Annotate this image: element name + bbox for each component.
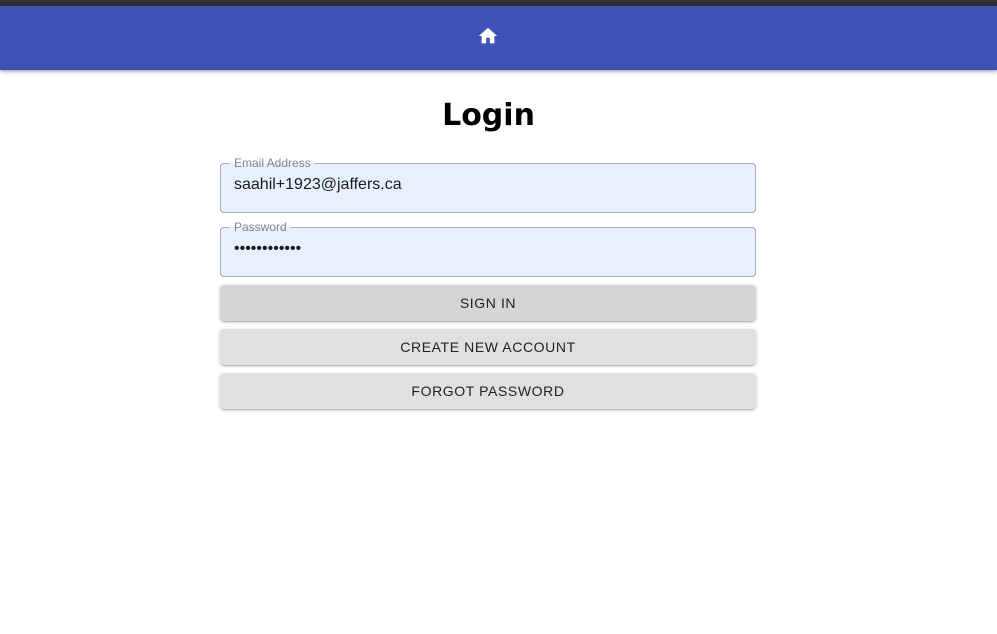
create-account-button[interactable]: CREATE NEW ACCOUNT [220, 329, 756, 365]
app-bar [0, 6, 997, 70]
email-field-label: Email Address [234, 156, 311, 170]
password-field-label: Password [234, 220, 287, 234]
email-field[interactable]: Email Address [220, 157, 756, 213]
password-field[interactable]: Password [220, 221, 756, 277]
home-button[interactable] [474, 22, 502, 50]
sign-in-button[interactable]: SIGN IN [220, 285, 756, 321]
email-input[interactable] [234, 173, 734, 197]
home-icon [477, 25, 499, 47]
password-input[interactable] [234, 237, 734, 261]
forgot-password-button[interactable]: FORGOT PASSWORD [220, 373, 756, 409]
page-title: Login [442, 98, 535, 133]
